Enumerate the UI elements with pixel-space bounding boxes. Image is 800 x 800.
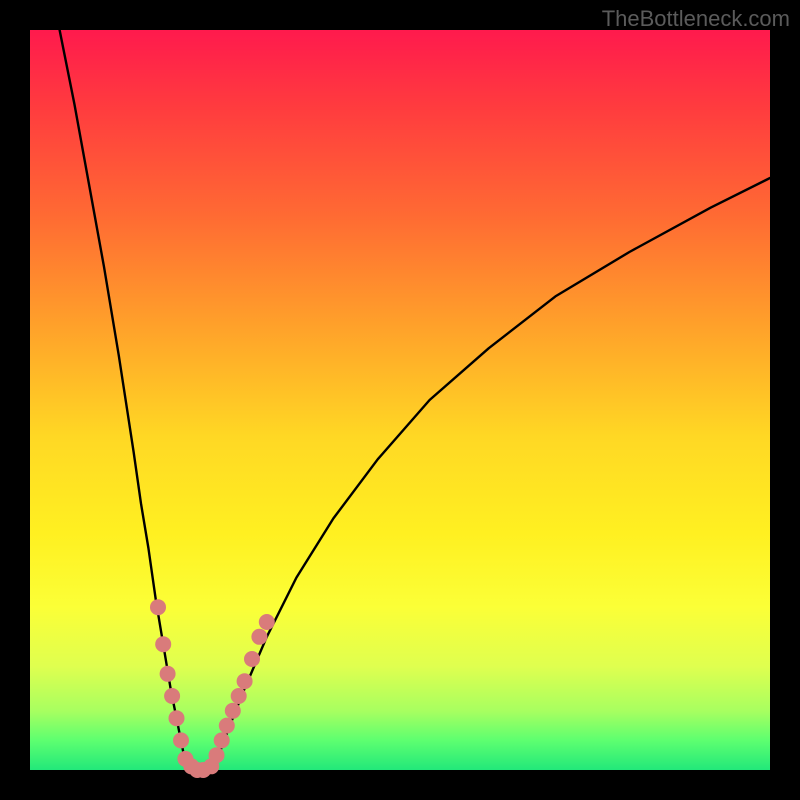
- watermark-text: TheBottleneck.com: [602, 6, 790, 32]
- marker-dot: [164, 688, 180, 704]
- marker-dot: [155, 636, 171, 652]
- marker-dot: [169, 710, 185, 726]
- marker-dot: [209, 747, 225, 763]
- marker-dot: [259, 614, 275, 630]
- marker-dot: [225, 703, 241, 719]
- chart-svg: [30, 30, 770, 770]
- series-left-branch: [60, 30, 190, 770]
- plot-area: [30, 30, 770, 770]
- marker-dot: [219, 718, 235, 734]
- marker-dot: [237, 673, 253, 689]
- marker-dot: [231, 688, 247, 704]
- marker-dot: [160, 666, 176, 682]
- series-paths: [60, 30, 770, 770]
- marker-dot: [251, 629, 267, 645]
- marker-dot: [150, 599, 166, 615]
- series-markers: [150, 599, 275, 778]
- marker-dot: [214, 732, 230, 748]
- chart-frame: TheBottleneck.com: [0, 0, 800, 800]
- series-right-branch: [211, 178, 770, 770]
- marker-dot: [244, 651, 260, 667]
- marker-dot: [173, 732, 189, 748]
